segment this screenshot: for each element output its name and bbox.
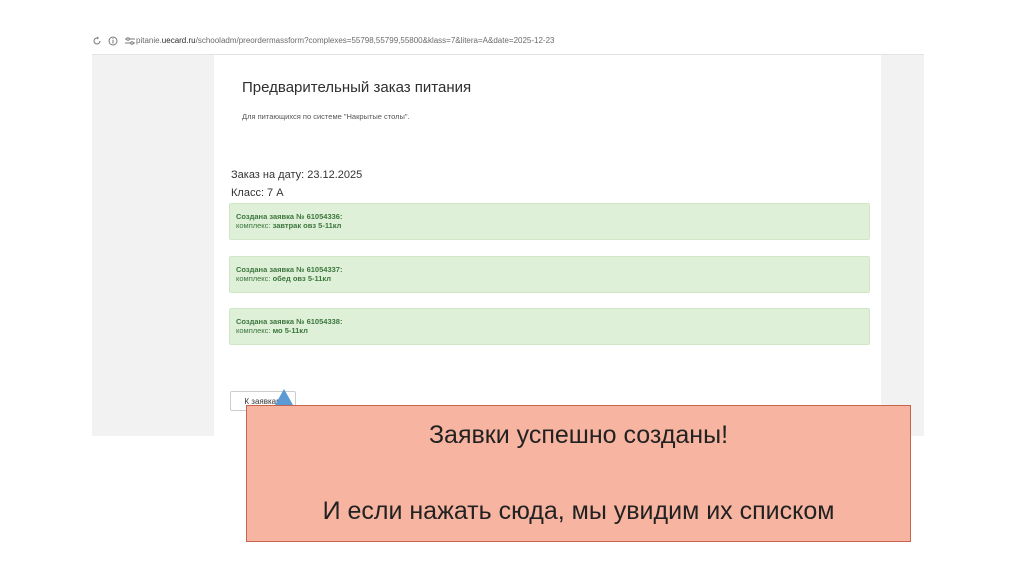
callout-headline: Заявки успешно созданы!	[428, 421, 729, 449]
alert-label: комплекс:	[236, 326, 273, 335]
alert-label: комплекс:	[236, 221, 273, 230]
success-alert: Создана заявка № 61054336: комплекс: зав…	[229, 203, 870, 240]
alert-value: мо 5-11кл	[272, 326, 308, 335]
info-icon[interactable]	[108, 36, 118, 46]
alert-head: Создана заявка № 61054336:	[236, 212, 343, 221]
callout-hint: И если нажать сюда, мы увидим их списком	[322, 497, 835, 525]
url-text[interactable]: pitanie.uecard.ru/schooladm/preordermass…	[136, 36, 555, 45]
browser-screenshot: pitanie.uecard.ru/schooladm/preordermass…	[92, 28, 924, 436]
site-settings-icon[interactable]	[124, 36, 136, 46]
url-path: /schooladm/preordermassform?complexes=55…	[195, 36, 555, 45]
success-alert: Создана заявка № 61054338: комплекс: мо …	[229, 308, 870, 345]
url-prefix: pitanie.	[136, 36, 162, 45]
page-content: Предварительный заказ питания Для питающ…	[214, 55, 881, 436]
annotation-callout: Заявки успешно созданы! И если нажать сю…	[246, 405, 911, 542]
order-class: Класс: 7 А	[231, 187, 284, 199]
alert-body: комплекс: обед овз 5-11кл	[236, 274, 869, 283]
order-date: Заказ на дату: 23.12.2025	[231, 169, 363, 181]
alert-head: Создана заявка № 61054338:	[236, 317, 343, 326]
page-subtitle: Для питающихся по системе "Накрытые стол…	[242, 112, 410, 121]
alert-value: обед овз 5-11кл	[272, 274, 332, 283]
success-alert: Создана заявка № 61054337: комплекс: обе…	[229, 256, 870, 293]
alert-body: комплекс: завтрак овз 5-11кл	[236, 221, 869, 230]
url-domain: uecard.ru	[161, 36, 196, 45]
reload-icon[interactable]	[92, 36, 102, 46]
alert-label: комплекс:	[236, 274, 273, 283]
nav-icons	[92, 35, 136, 47]
alert-body: комплекс: мо 5-11кл	[236, 326, 869, 335]
page-title: Предварительный заказ питания	[242, 79, 472, 96]
address-bar: pitanie.uecard.ru/schooladm/preordermass…	[92, 28, 924, 55]
alert-head: Создана заявка № 61054337:	[236, 265, 343, 274]
alert-value: завтрак овз 5-11кл	[272, 221, 342, 230]
